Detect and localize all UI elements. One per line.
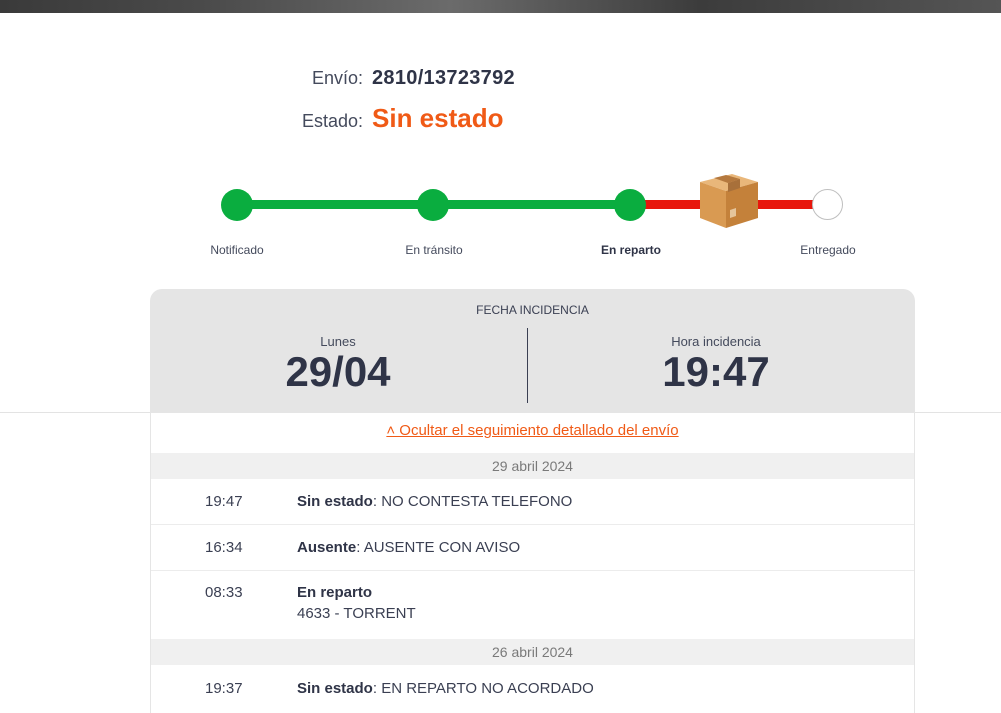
shipment-number-row: Envío: 2810/13723792 [0, 67, 515, 90]
event-row: 08:33 En reparto 4633 - TORRENT [151, 571, 914, 639]
progress-segment-done [448, 200, 618, 209]
event-time: 08:33 [205, 584, 243, 601]
event-row: 19:37 Sin estado: EN REPARTO NO ACORDADO [151, 665, 914, 713]
estado-label: Estado: [301, 111, 363, 131]
date-group-header: 26 abril 2024 [151, 639, 914, 665]
event-time: 16:34 [205, 539, 243, 556]
event-status: Ausente [297, 539, 357, 556]
event-desc: : AUSENTE CON AVISO [356, 539, 521, 556]
incidence-card: FECHA INCIDENCIA Lunes 29/04 Hora incide… [150, 289, 915, 413]
event-status: Sin estado [297, 680, 373, 697]
event-text: En reparto 4633 - TORRENT [297, 582, 416, 624]
top-banner-strip [0, 0, 1001, 13]
hide-details-link[interactable]: ˄ Ocultar el seguimiento detallado del e… [151, 422, 914, 439]
event-desc: : EN REPARTO NO ACORDADO [372, 680, 594, 697]
incidence-day-label: Lunes [320, 334, 356, 349]
incidence-hour-column: Hora incidencia 19:47 [528, 334, 904, 395]
event-status: En reparto [297, 584, 373, 601]
estado-value: Sin estado [372, 103, 504, 133]
incidence-caption: FECHA INCIDENCIA [476, 303, 589, 317]
envio-value: 2810/13723792 [372, 67, 515, 89]
step-dot-entregado [812, 189, 843, 220]
incidence-date-column: Lunes 29/04 [150, 334, 526, 395]
step-dot-en-reparto [614, 189, 646, 221]
envio-label: Envío: [311, 68, 363, 88]
event-time: 19:37 [205, 680, 243, 697]
event-row: 16:34 Ausente: AUSENTE CON AVISO [151, 525, 914, 571]
event-text: Sin estado: EN REPARTO NO ACORDADO [297, 678, 594, 699]
step-dot-en-transito [417, 189, 449, 221]
package-box-icon [700, 174, 758, 228]
step-label-entregado: Entregado [800, 243, 856, 257]
event-status: Sin estado [297, 493, 373, 510]
event-location: 4633 - TORRENT [297, 605, 416, 622]
step-label-notificado: Notificado [210, 243, 264, 257]
event-text: Sin estado: NO CONTESTA TELEFONO [297, 491, 572, 512]
date-group-header: 29 abril 2024 [151, 453, 914, 479]
event-time: 19:47 [205, 493, 243, 510]
step-dot-notificado [221, 189, 253, 221]
incidence-date-value: 29/04 [285, 348, 391, 395]
progress-tracker: Notificado En tránsito En reparto Entreg… [0, 160, 1001, 270]
incidence-hour-value: 19:47 [662, 348, 770, 395]
event-text: Ausente: AUSENTE CON AVISO [297, 537, 520, 558]
progress-segment-done [252, 200, 422, 209]
tracking-details: ˄ Ocultar el seguimiento detallado del e… [150, 413, 915, 713]
incidence-hour-label: Hora incidencia [671, 334, 761, 349]
step-label-en-transito: En tránsito [405, 243, 463, 257]
event-row: 19:47 Sin estado: NO CONTESTA TELEFONO [151, 479, 914, 525]
step-label-en-reparto: En reparto [600, 243, 662, 257]
event-desc: : NO CONTESTA TELEFONO [372, 493, 573, 510]
shipment-status-row: Estado: Sin estado [0, 103, 504, 134]
